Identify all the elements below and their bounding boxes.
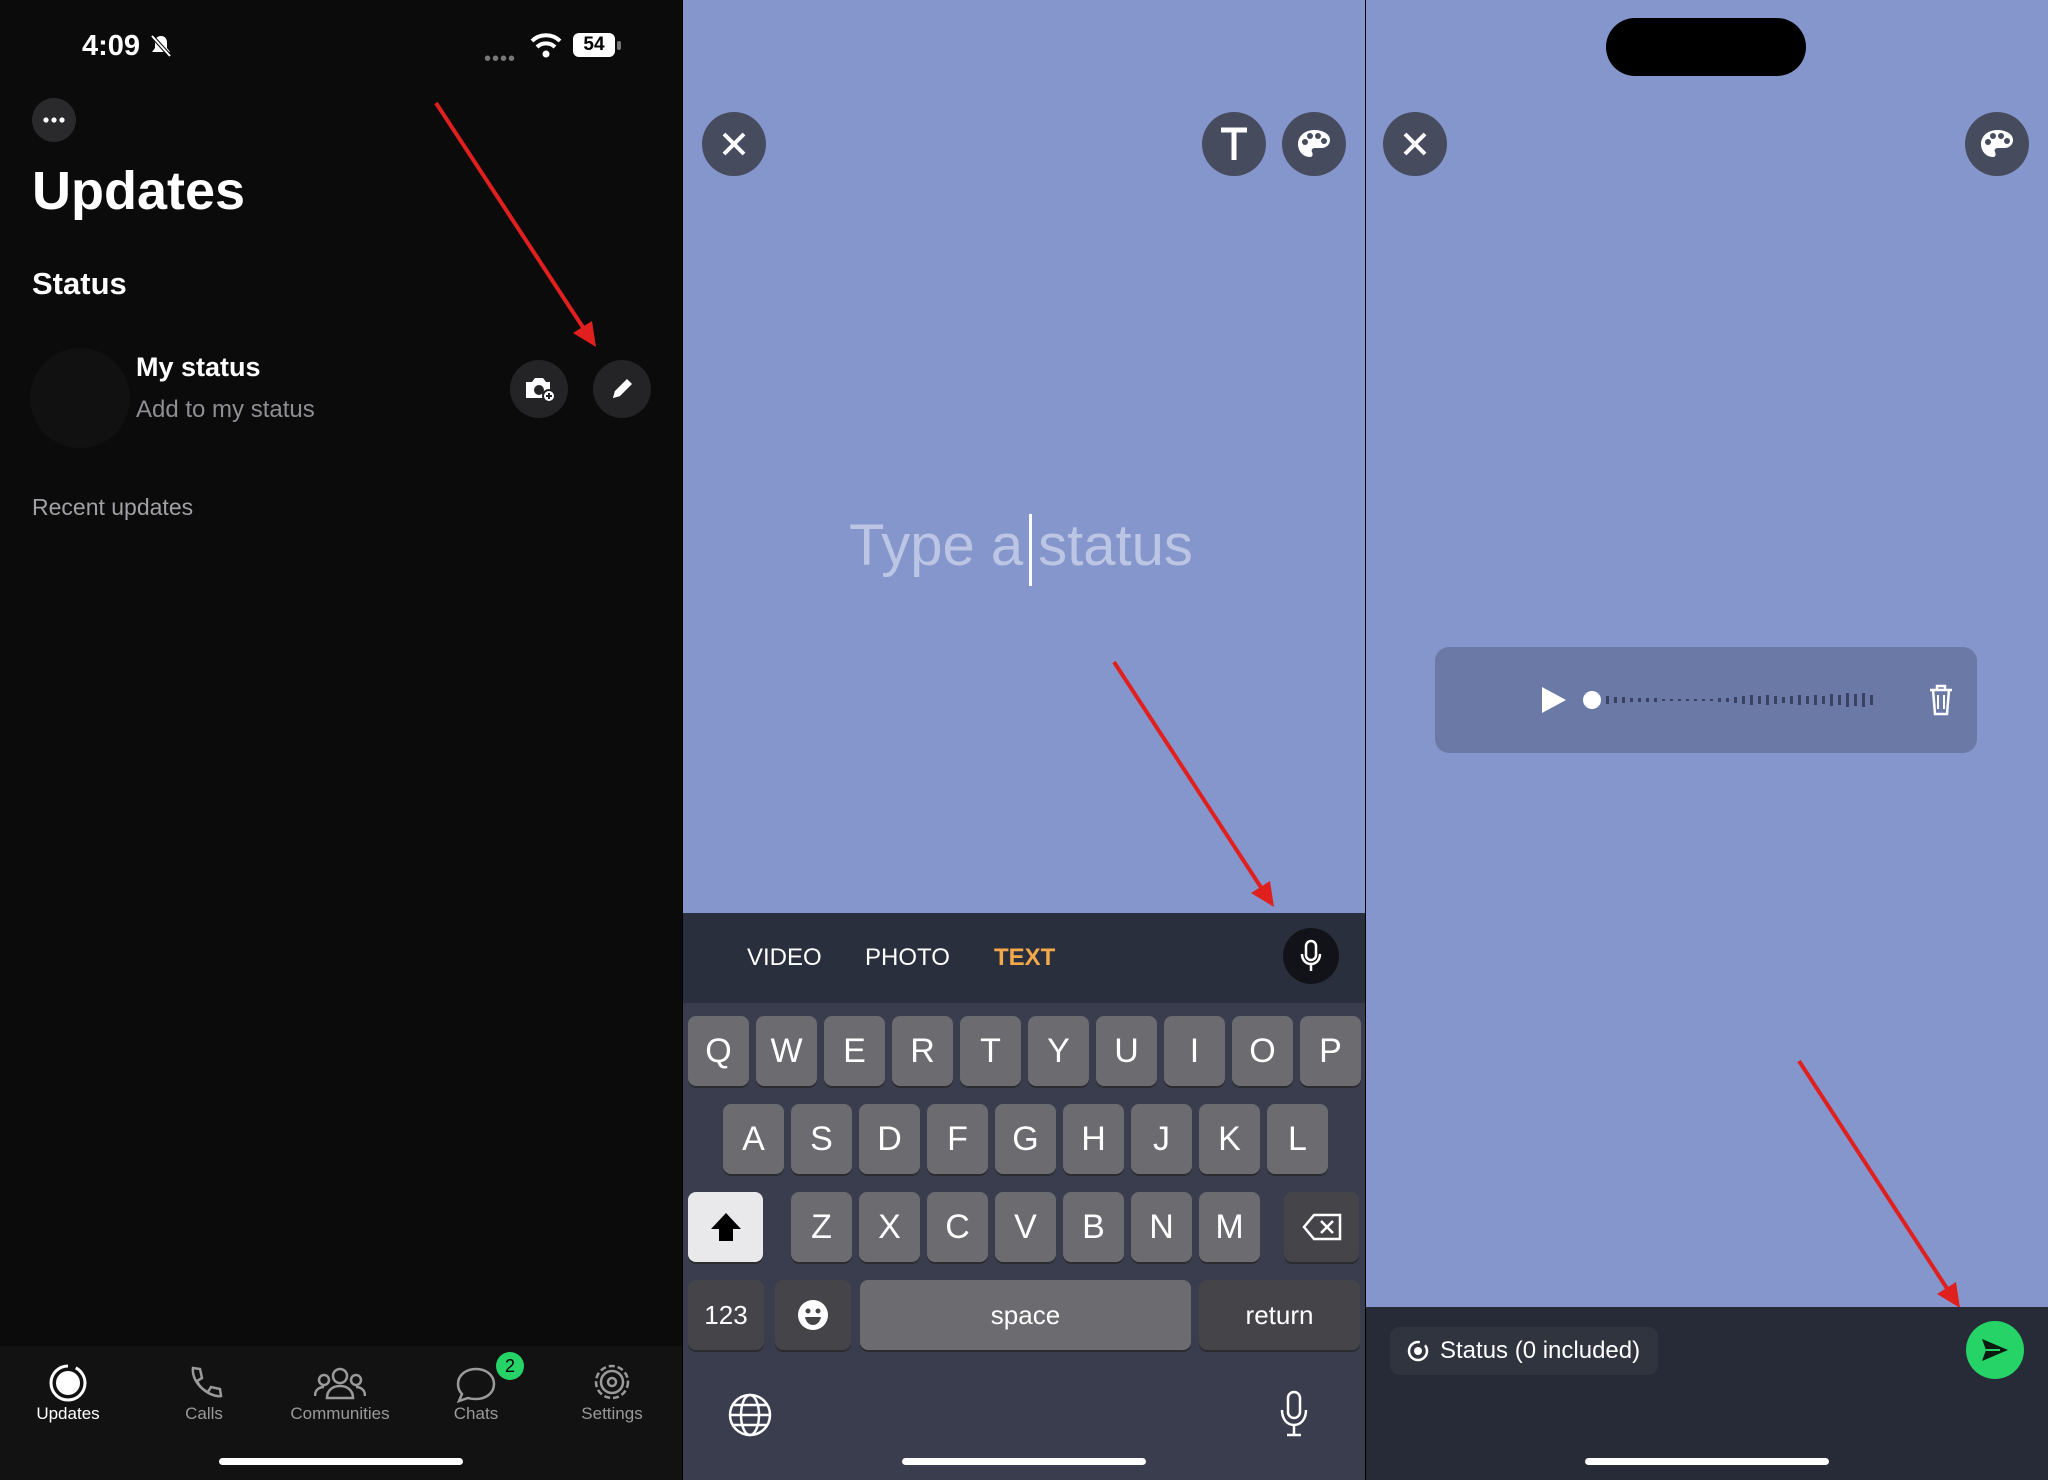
updates-icon: [49, 1364, 87, 1402]
key-b[interactable]: B: [1063, 1192, 1124, 1262]
tab-label: Settings: [581, 1404, 643, 1423]
placeholder-text: status: [1038, 513, 1193, 578]
phone-icon: [191, 1366, 223, 1398]
recent-updates-heading: Recent updates: [32, 494, 194, 520]
emoji-icon: [798, 1300, 828, 1330]
close-button[interactable]: [1383, 112, 1447, 176]
key-w[interactable]: W: [756, 1016, 817, 1086]
tab-label: Calls: [185, 1404, 223, 1423]
key-n[interactable]: N: [1131, 1192, 1192, 1262]
key-g[interactable]: G: [995, 1104, 1056, 1174]
font-style-button[interactable]: [1202, 112, 1266, 176]
tab-label: Updates: [36, 1404, 100, 1423]
key-r[interactable]: R: [892, 1016, 953, 1086]
microphone-icon: [1300, 939, 1322, 971]
tab-chats[interactable]: 2 Chats: [408, 1352, 544, 1424]
close-button[interactable]: [702, 112, 766, 176]
globe-icon[interactable]: [727, 1392, 773, 1438]
play-icon[interactable]: [1537, 684, 1569, 716]
dictation-mic-icon[interactable]: [1279, 1390, 1309, 1438]
send-icon: [1982, 1339, 2008, 1361]
key-i[interactable]: I: [1164, 1016, 1225, 1086]
unread-badge: 2: [496, 1352, 524, 1380]
key-x[interactable]: X: [859, 1192, 920, 1262]
key-a[interactable]: A: [723, 1104, 784, 1174]
emoji-key[interactable]: [775, 1280, 851, 1350]
tab-calls[interactable]: Calls: [136, 1352, 272, 1424]
palette-icon: [1981, 130, 2013, 157]
gear-icon: [594, 1364, 630, 1400]
communities-icon: [314, 1367, 366, 1400]
key-s[interactable]: S: [791, 1104, 852, 1174]
key-f[interactable]: F: [927, 1104, 988, 1174]
annotation-arrow: [1112, 660, 1274, 907]
space-key[interactable]: space: [860, 1280, 1191, 1350]
shift-key[interactable]: [688, 1192, 763, 1262]
text-style-icon: [1221, 127, 1247, 160]
key-u[interactable]: U: [1096, 1016, 1157, 1086]
key-o[interactable]: O: [1232, 1016, 1293, 1086]
backspace-icon: [1301, 1213, 1341, 1241]
tab-communities[interactable]: Communities: [272, 1352, 408, 1424]
dynamic-island: [1606, 18, 1806, 76]
numbers-key[interactable]: 123: [688, 1280, 764, 1350]
voice-status-preview: Status (0 included): [1366, 0, 2048, 1480]
voice-status-button[interactable]: [1283, 928, 1339, 984]
mode-photo[interactable]: PHOTO: [865, 944, 950, 972]
key-y[interactable]: Y: [1028, 1016, 1089, 1086]
text-cursor: [1029, 513, 1033, 586]
key-k[interactable]: K: [1199, 1104, 1260, 1174]
palette-icon: [1298, 130, 1330, 157]
annotation-arrow: [434, 101, 596, 347]
close-icon: [722, 132, 746, 156]
return-key[interactable]: return: [1199, 1280, 1360, 1350]
shift-icon: [710, 1213, 741, 1241]
key-m[interactable]: M: [1199, 1192, 1260, 1262]
tab-updates[interactable]: Updates: [0, 1352, 136, 1424]
key-t[interactable]: T: [960, 1016, 1021, 1086]
tab-label: Chats: [453, 1404, 499, 1423]
status-ring-icon: [1407, 1340, 1429, 1362]
status-audience-selector[interactable]: Status (0 included): [1390, 1327, 1659, 1375]
key-z[interactable]: Z: [791, 1192, 852, 1262]
annotation-arrow: [1797, 1059, 1960, 1308]
mode-text[interactable]: TEXT: [994, 944, 1055, 972]
my-status-subtitle[interactable]: Add to my status: [136, 396, 315, 424]
home-indicator: [902, 1458, 1146, 1465]
color-palette-button[interactable]: [1965, 112, 2029, 176]
key-v[interactable]: V: [995, 1192, 1056, 1262]
tab-settings[interactable]: Settings: [544, 1352, 680, 1424]
key-l[interactable]: L: [1267, 1104, 1328, 1174]
home-indicator: [219, 1458, 463, 1465]
color-palette-button[interactable]: [1282, 112, 1346, 176]
key-p[interactable]: P: [1300, 1016, 1361, 1086]
updates-screen: 4:09 •••• 54 Updates Status My status Ad…: [0, 0, 682, 1480]
key-e[interactable]: E: [824, 1016, 885, 1086]
audio-waveform[interactable]: [1582, 688, 1902, 712]
home-indicator: [1585, 1458, 1829, 1465]
backspace-key[interactable]: [1284, 1192, 1359, 1262]
key-h[interactable]: H: [1063, 1104, 1124, 1174]
key-c[interactable]: C: [927, 1192, 988, 1262]
key-q[interactable]: Q: [688, 1016, 749, 1086]
send-button[interactable]: [1966, 1321, 2024, 1379]
trash-icon[interactable]: [1927, 683, 1955, 717]
close-icon: [1403, 132, 1427, 156]
key-j[interactable]: J: [1131, 1104, 1192, 1174]
text-status-composer: Type a status VIDEO PHOTO TEXT Q W E R T …: [683, 0, 1365, 1480]
tab-label: Communities: [290, 1404, 390, 1423]
mode-video[interactable]: VIDEO: [747, 944, 822, 972]
audience-label: Status (0 included): [1440, 1337, 1641, 1364]
chats-icon: [456, 1367, 496, 1404]
status-text-input[interactable]: Type a status: [849, 512, 1193, 586]
key-d[interactable]: D: [859, 1104, 920, 1174]
placeholder-text: Type a: [849, 513, 1024, 578]
